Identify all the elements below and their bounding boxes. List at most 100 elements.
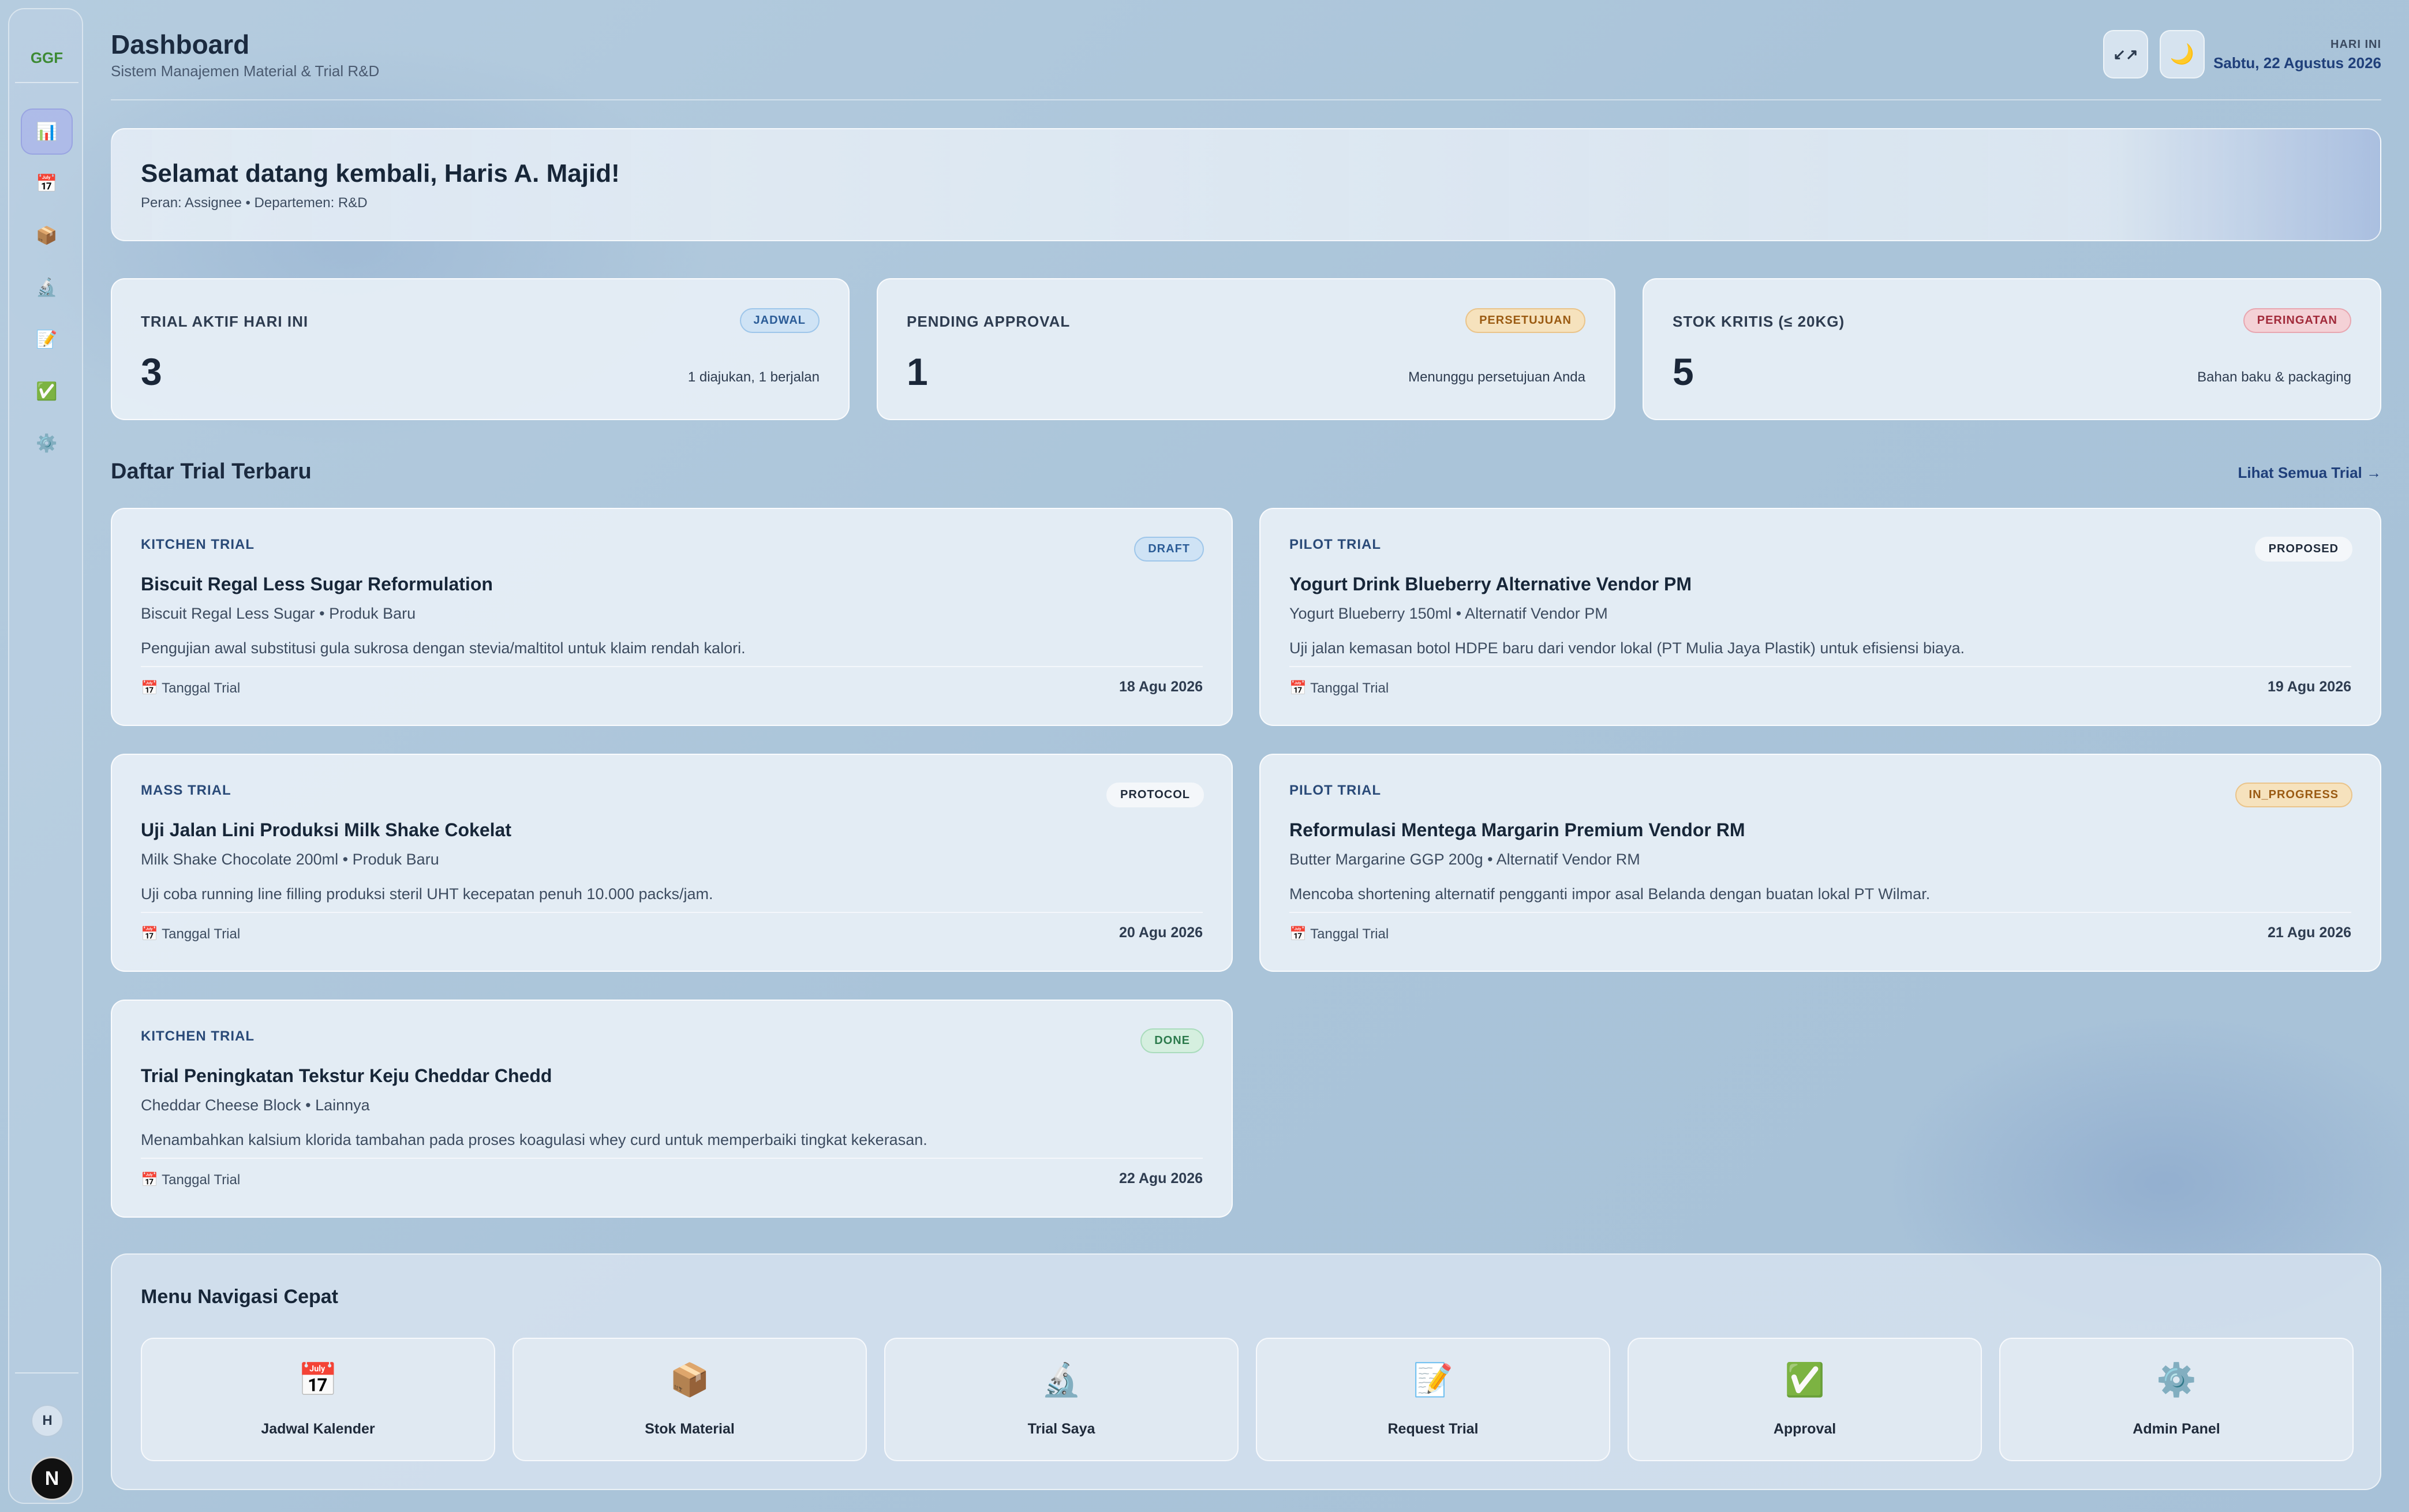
welcome-meta: Peran: Assignee • Departemen: R&D xyxy=(141,195,368,211)
quick-nav-title: Menu Navigasi Cepat xyxy=(141,1286,338,1308)
package-icon: 📦 xyxy=(669,1361,710,1398)
stat-value: 3 xyxy=(141,350,162,393)
status-badge: PROPOSED xyxy=(2254,537,2352,562)
trial-date-label: 📅 Tanggal Trial xyxy=(141,680,241,696)
trial-type: KITCHEN TRIAL xyxy=(141,1028,255,1044)
sidebar-item-dashboard[interactable]: 📊 xyxy=(21,108,73,155)
microscope-icon: 🔬 xyxy=(36,278,58,297)
trial-product: Yogurt Blueberry 150ml • Alternatif Vend… xyxy=(1289,605,1608,622)
framework-logo[interactable]: N xyxy=(30,1457,74,1500)
stat-note: 1 diajukan, 1 berjalan xyxy=(687,369,820,385)
app-logo[interactable]: GGF xyxy=(23,43,70,73)
welcome-title: Selamat datang kembali, Haris A. Majid! xyxy=(141,159,620,188)
date-label: HARI INI xyxy=(2331,38,2381,51)
sidebar-divider xyxy=(15,82,78,83)
card-divider xyxy=(1289,912,2351,913)
trial-date-label: 📅 Tanggal Trial xyxy=(141,1172,241,1188)
stat-card-pending-approval[interactable]: PENDING APPROVAL PERSETUJUAN 1 Menunggu … xyxy=(877,278,1615,420)
view-all-trials-link[interactable]: Lihat Semua Trial → xyxy=(2238,464,2381,482)
page-subtitle: Sistem Manajemen Material & Trial R&D xyxy=(111,62,380,80)
trial-product: Cheddar Cheese Block • Lainnya xyxy=(141,1096,370,1114)
stat-label: STOK KRITIS (≤ 20KG) xyxy=(1673,313,1845,330)
microscope-icon: 🔬 xyxy=(1041,1361,1082,1398)
quick-nav-admin[interactable]: ⚙️ Admin Panel xyxy=(1999,1338,2354,1461)
trial-title: Uji Jalan Lini Produksi Milk Shake Cokel… xyxy=(141,819,511,840)
trial-type: PILOT TRIAL xyxy=(1289,537,1381,552)
trial-type: MASS TRIAL xyxy=(141,783,231,798)
quick-nav-panel: Menu Navigasi Cepat 📅 Jadwal Kalender 📦 … xyxy=(111,1253,2381,1490)
collapse-button[interactable]: ↙↗ xyxy=(2103,30,2148,78)
trial-date: 19 Agu 2026 xyxy=(2268,679,2351,695)
quick-nav-stock[interactable]: 📦 Stok Material xyxy=(513,1338,867,1461)
trial-product: Milk Shake Chocolate 200ml • Produk Baru xyxy=(141,851,439,868)
trial-title: Trial Peningkatan Tekstur Keju Cheddar C… xyxy=(141,1065,552,1086)
sidebar-item-calendar[interactable]: 📅 xyxy=(21,160,73,207)
trial-product: Butter Margarine GGP 200g • Alternatif V… xyxy=(1289,851,1640,868)
trial-description: Menambahkan kalsium klorida tambahan pad… xyxy=(141,1131,927,1148)
trial-card[interactable]: PILOT TRIAL PROPOSED Yogurt Drink Bluebe… xyxy=(1259,508,2381,726)
memo-icon: 📝 xyxy=(36,330,58,349)
status-badge: PERSETUJUAN xyxy=(1465,308,1585,333)
status-badge: PERINGATAN xyxy=(2243,308,2351,333)
quick-nav-label: Approval xyxy=(1773,1421,1836,1437)
trial-card[interactable]: PILOT TRIAL IN_PROGRESS Reformulasi Ment… xyxy=(1259,754,2381,972)
sidebar-item-trials[interactable]: 🔬 xyxy=(21,264,73,310)
quick-nav-my-trials[interactable]: 🔬 Trial Saya xyxy=(884,1338,1239,1461)
gear-icon: ⚙️ xyxy=(36,433,58,453)
page-title: Dashboard xyxy=(111,29,250,59)
memo-icon: 📝 xyxy=(1413,1361,1453,1398)
quick-nav-calendar[interactable]: 📅 Jadwal Kalender xyxy=(141,1338,495,1461)
card-divider xyxy=(141,1158,1203,1159)
quick-nav-label: Stok Material xyxy=(645,1421,735,1437)
status-badge: DONE xyxy=(1140,1028,1204,1053)
quick-nav-approval[interactable]: ✅ Approval xyxy=(1628,1338,1982,1461)
trial-description: Uji jalan kemasan botol HDPE baru dari v… xyxy=(1289,639,1965,657)
quick-nav-label: Jadwal Kalender xyxy=(261,1421,375,1437)
calendar-icon: 📅 xyxy=(298,1361,338,1398)
theme-toggle-button[interactable]: 🌙 xyxy=(2160,30,2205,78)
sidebar-item-request[interactable]: 📝 xyxy=(21,316,73,362)
stat-card-critical-stock[interactable]: STOK KRITIS (≤ 20KG) PERINGATAN 5 Bahan … xyxy=(1643,278,2381,420)
calendar-icon: 📅 xyxy=(36,174,58,193)
sidebar-item-admin[interactable]: ⚙️ xyxy=(21,420,73,466)
trial-title: Reformulasi Mentega Margarin Premium Ven… xyxy=(1289,819,1745,840)
check-icon: ✅ xyxy=(1785,1361,1825,1398)
user-avatar[interactable]: H xyxy=(31,1405,63,1437)
trial-date-label: 📅 Tanggal Trial xyxy=(1289,680,1389,696)
trial-description: Pengujian awal substitusi gula sukrosa d… xyxy=(141,639,746,657)
sidebar: GGF 📊 📅 📦 🔬 📝 ✅ ⚙️ H N xyxy=(8,8,83,1504)
trial-card[interactable]: KITCHEN TRIAL DONE Trial Peningkatan Tek… xyxy=(111,1000,1233,1218)
stat-label: PENDING APPROVAL xyxy=(907,313,1071,330)
trial-type: KITCHEN TRIAL xyxy=(141,537,255,552)
stat-card-active-trials[interactable]: TRIAL AKTIF HARI INI JADWAL 3 1 diajukan… xyxy=(111,278,850,420)
card-divider xyxy=(1289,666,2351,667)
sidebar-item-approval[interactable]: ✅ xyxy=(21,368,73,414)
trial-title: Yogurt Drink Blueberry Alternative Vendo… xyxy=(1289,574,1692,594)
moon-icon: 🌙 xyxy=(2169,43,2195,65)
trial-date-label: 📅 Tanggal Trial xyxy=(1289,926,1389,942)
trial-description: Mencoba shortening alternatif pengganti … xyxy=(1289,885,1931,903)
current-date: Sabtu, 22 Agustus 2026 xyxy=(2213,54,2381,72)
stat-note: Bahan baku & packaging xyxy=(2197,369,2351,385)
trial-card[interactable]: KITCHEN TRIAL DRAFT Biscuit Regal Less S… xyxy=(111,508,1233,726)
quick-nav-request[interactable]: 📝 Request Trial xyxy=(1256,1338,1610,1461)
trial-date: 22 Agu 2026 xyxy=(1119,1170,1203,1187)
trial-card[interactable]: MASS TRIAL PROTOCOL Uji Jalan Lini Produ… xyxy=(111,754,1233,972)
trial-type: PILOT TRIAL xyxy=(1289,783,1381,798)
collapse-icon: ↙↗ xyxy=(2113,45,2138,63)
check-icon: ✅ xyxy=(36,381,58,401)
sidebar-item-stock[interactable]: 📦 xyxy=(21,212,73,259)
gear-icon: ⚙️ xyxy=(2156,1361,2197,1398)
card-divider xyxy=(141,666,1203,667)
quick-nav-label: Trial Saya xyxy=(1027,1421,1095,1437)
header-divider xyxy=(111,99,2381,100)
trial-date: 21 Agu 2026 xyxy=(2268,925,2351,941)
chart-icon: 📊 xyxy=(36,122,58,141)
trial-product: Biscuit Regal Less Sugar • Produk Baru xyxy=(141,605,416,622)
trial-description: Uji coba running line filling produksi s… xyxy=(141,885,713,903)
trial-date: 20 Agu 2026 xyxy=(1119,925,1203,941)
sidebar-divider xyxy=(15,1372,78,1373)
package-icon: 📦 xyxy=(36,226,58,245)
status-badge: PROTOCOL xyxy=(1106,783,1204,807)
welcome-banner: Selamat datang kembali, Haris A. Majid! … xyxy=(111,128,2381,241)
